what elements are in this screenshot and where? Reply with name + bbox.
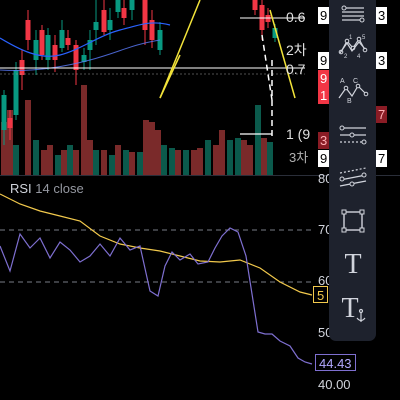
wave-label: 1 (9 — [286, 126, 311, 142]
volume-bar — [227, 140, 233, 175]
wave-number: 5 — [362, 35, 366, 41]
candle-body — [59, 30, 65, 48]
volume-bar — [149, 122, 155, 175]
fib-channel-tool-icon[interactable] — [329, 162, 376, 192]
wave-letter: A — [340, 78, 345, 85]
rsi-ma-value-badge: 5 — [313, 286, 329, 303]
price-tag: 9 — [318, 52, 330, 69]
volume-bar — [235, 138, 241, 175]
drawing-toolbar: 1 5 2 4 A C B T T — [329, 0, 376, 341]
elliott-wave-tool-icon[interactable]: 1 5 2 4 — [329, 32, 376, 60]
volume-bar — [101, 150, 107, 175]
anchored-text-tool-glyph: T — [341, 293, 358, 324]
volume-bar — [175, 150, 181, 175]
volume-bar — [267, 142, 273, 175]
candle-body — [1, 95, 7, 130]
volume-bar — [25, 100, 31, 175]
candle-body — [52, 45, 58, 60]
trend-line — [159, 54, 181, 99]
wave-letter: B — [347, 98, 352, 104]
volume-bar — [41, 150, 47, 175]
volume-bar — [247, 145, 253, 175]
volume-bar — [169, 148, 175, 175]
price-tag: 7 — [376, 106, 388, 123]
volume-bar — [261, 138, 267, 175]
volume-bar — [81, 85, 87, 175]
candle-body — [121, 8, 127, 18]
price-tag: 7 — [376, 150, 388, 167]
wave-label: 2차 — [286, 42, 307, 58]
volume-bar — [61, 150, 67, 175]
text-tool-icon[interactable]: T — [329, 246, 376, 280]
candle-body — [101, 10, 107, 32]
rsi-ma-line — [0, 193, 313, 296]
rectangle-tool-icon[interactable] — [329, 204, 376, 238]
volume-bar — [241, 140, 247, 175]
volume-bar — [93, 150, 99, 175]
candle-body — [129, 0, 135, 10]
volume-bar — [205, 140, 211, 175]
price-tag: 1 — [318, 87, 330, 104]
candle-body — [25, 20, 31, 40]
candle-body — [107, 20, 113, 30]
volume-bar — [129, 152, 135, 175]
abcd-pattern-tool-icon[interactable]: A C B — [329, 72, 376, 106]
trend-line — [159, 0, 201, 99]
wave-number: 2 — [344, 54, 348, 59]
volume-bar — [197, 148, 203, 175]
volume-bar — [73, 150, 79, 175]
pitchfork-tool-icon[interactable] — [329, 120, 376, 150]
price-tag: 3 — [318, 132, 330, 149]
volume-bar — [123, 150, 129, 175]
volume-bar — [33, 140, 39, 175]
volume-bars — [1, 85, 273, 175]
price-tag: 3 — [376, 52, 388, 69]
candle-body — [115, 0, 121, 12]
volume-bar — [143, 120, 149, 175]
rsi-value-badge: 44.43 — [315, 354, 356, 371]
candle-body — [65, 38, 71, 45]
volume-bar — [109, 155, 115, 175]
volume-bar — [137, 152, 143, 175]
anchored-text-tool-icon[interactable]: T — [329, 290, 376, 326]
price-tag: 9 — [318, 7, 330, 24]
candle-body — [142, 0, 148, 30]
wave-sublabel: 3차 — [289, 150, 309, 165]
fib-retracement-tool-icon[interactable] — [329, 2, 376, 26]
volume-bar — [255, 105, 261, 175]
candle-body — [93, 22, 99, 30]
volume-bar — [13, 145, 19, 175]
volume-bar — [219, 130, 225, 175]
wave-number: 1 — [349, 35, 353, 41]
volume-bar — [191, 150, 197, 175]
rsi-line — [0, 227, 313, 365]
price-tag: 9 — [318, 70, 330, 87]
fib-label: 0.7 — [286, 61, 306, 77]
volume-bar — [55, 155, 61, 175]
candlesticks — [1, 0, 278, 145]
candle-body — [252, 0, 258, 10]
volume-bar — [161, 145, 167, 175]
candle-body — [39, 30, 45, 55]
volume-bar — [183, 150, 189, 175]
price-tag: 3 — [376, 7, 388, 24]
candle-body — [13, 70, 19, 115]
volume-bar — [213, 145, 219, 175]
volume-bar — [67, 145, 73, 175]
text-tool-glyph: T — [344, 249, 361, 277]
volume-bar — [87, 140, 93, 175]
fib-label: 0.6 — [286, 9, 306, 25]
candle-body — [33, 40, 39, 60]
wave-number: 4 — [357, 54, 361, 59]
rsi-axis-tick: 40.00 — [318, 377, 351, 392]
volume-bar — [155, 130, 161, 175]
volume-bar — [115, 145, 121, 175]
candle-body — [7, 118, 13, 128]
volume-bar — [47, 145, 53, 175]
price-tag: 9 — [318, 150, 330, 167]
